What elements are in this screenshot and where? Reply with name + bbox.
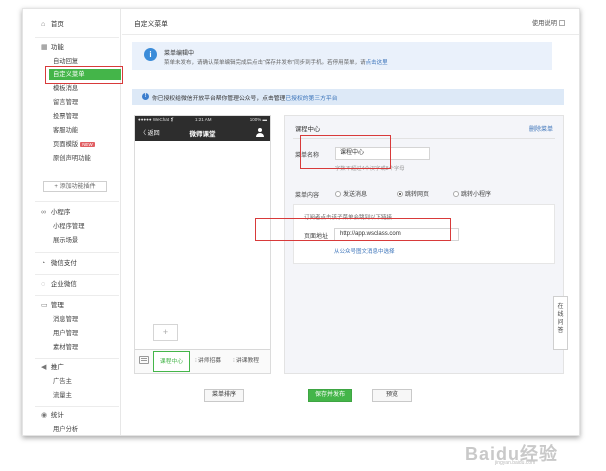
wifi-icon: ◌ (41, 281, 46, 288)
sidebar-item-comments[interactable]: 留言管理 (53, 97, 78, 108)
auth-text: 你已授权给微信开放平台帮你管理公众号，点击管理已授权的第三方平台 (152, 96, 338, 102)
preview-button[interactable]: 预览 (372, 389, 412, 402)
choose-from-articles-link[interactable]: 从公众号图文消息中选择 (334, 247, 395, 255)
info-icon: ! (142, 93, 149, 100)
home-icon: ⌂ (41, 21, 46, 28)
sidebar-group-miniprogram: ∞ 小程序 (41, 209, 71, 216)
sidebar-item-miniprogram-manage[interactable]: 小程序管理 (53, 221, 84, 232)
notice-title: 菜单编辑中 (164, 51, 195, 57)
divider (35, 201, 119, 202)
sidebar-group-manage: ▭ 管理 (41, 302, 64, 309)
highlight-box (300, 135, 391, 169)
add-submenu-button[interactable]: + (153, 324, 178, 341)
link-icon: ∞ (41, 209, 46, 216)
sidebar-item-user-analysis[interactable]: 用户分析 (53, 424, 78, 435)
sidebar-item-advertiser[interactable]: 广告主 (53, 376, 72, 387)
menu-item-lecturer-recruit[interactable]: ⁝讲师招募 (195, 351, 221, 372)
sidebar-group-promo: ◀ 推广 (41, 364, 64, 371)
phone-menu-bar: 课程中心 ⁝讲师招募 ⁝讲课教程 (135, 349, 270, 373)
click-here-link[interactable]: 点击这里 (366, 60, 388, 66)
sidebar-item-template-message[interactable]: 模板消息 (53, 83, 78, 94)
sidebar-item-wifi[interactable]: ◌ 企业微信 (41, 279, 77, 290)
sidebar-item-materials[interactable]: 素材管理 (53, 342, 78, 353)
phone-nav-bar: 〈 返回 微师课堂 (135, 124, 270, 141)
page-title: 自定义菜单 (134, 21, 168, 28)
info-icon: i (144, 48, 157, 61)
highlight-box (255, 218, 451, 241)
sidebar-item-customer-service[interactable]: 客服功能 (53, 125, 78, 136)
sidebar-group-function: ▦ 功能 (41, 44, 64, 51)
online-service-tab[interactable]: 在 线 问 答 (553, 296, 568, 350)
pay-icon: ◔ (41, 260, 46, 267)
auth-notice: ! 你已授权给微信开放平台帮你管理公众号，点击管理已授权的第三方平台 (132, 89, 564, 105)
divider (35, 358, 119, 359)
sidebar-item-home[interactable]: ⌂ 首页 (41, 19, 64, 30)
menu-item-course-center[interactable]: 课程中心 (153, 351, 190, 372)
user-icon[interactable] (256, 128, 264, 137)
edit-notice: i 菜单编辑中 菜单未发布，请确认菜单编辑完成后点击“保存并发布”同步到手机。若… (132, 42, 552, 70)
sidebar-group-stats: ◉ 统计 (41, 412, 64, 419)
app-window: ⌂ 首页 ▦ 功能 自动回复 自定义菜单 模板消息 留言管理 投票管理 客服功能… (22, 8, 580, 436)
divider (35, 252, 119, 253)
delete-menu-link[interactable]: 删除菜单 (529, 124, 553, 133)
keyboard-icon[interactable] (139, 356, 149, 364)
radio-selected-icon (397, 191, 403, 198)
sidebar-item-vote[interactable]: 投票管理 (53, 111, 78, 122)
sidebar-item-page-template[interactable]: 页面模版 NEW (53, 139, 95, 150)
stats-icon: ◉ (41, 412, 48, 419)
radio-icon (453, 191, 459, 198)
sidebar-item-scenes[interactable]: 展示场景 (53, 235, 78, 246)
highlight-box (45, 66, 123, 84)
help-icon (559, 20, 565, 27)
phone-status-bar: ●●●●● WeChat ❡ 1:21 AM 100% ▬ (135, 116, 270, 124)
divider (35, 274, 119, 275)
divider (35, 37, 119, 38)
add-plugin-button[interactable]: + 添加功能插件 (43, 181, 107, 192)
editor-title: 课程中心 (295, 126, 321, 133)
menu-sort-button[interactable]: 菜单排序 (204, 389, 244, 402)
phone-preview: ●●●●● WeChat ❡ 1:21 AM 100% ▬ 〈 返回 微师课堂 … (134, 115, 271, 374)
radio-icon (335, 191, 341, 198)
menu-item-tutorial[interactable]: ⁝讲课教程 (233, 351, 259, 372)
sidebar-item-messages[interactable]: 消息管理 (53, 314, 78, 325)
help-link[interactable]: 使用说明 (532, 18, 565, 27)
divider (35, 295, 119, 296)
sidebar-item-users[interactable]: 用户管理 (53, 328, 78, 339)
manage-icon: ▭ (41, 302, 48, 309)
megaphone-icon: ◀ (41, 364, 47, 371)
sidebar-item-publisher[interactable]: 流量主 (53, 390, 72, 401)
radio-jump-webpage[interactable]: 跳转网页 (397, 189, 429, 198)
new-badge: NEW (80, 141, 95, 147)
menu-content-label: 菜单内容 (295, 193, 320, 199)
third-party-link[interactable]: 已授权的第三方平台 (285, 96, 337, 102)
sidebar-item-wechat-pay[interactable]: ◔ 微信支付 (41, 258, 77, 269)
baidu-watermark: Baidu经验 jingyan.baidu.com (465, 444, 559, 466)
grid-icon: ▦ (41, 44, 48, 51)
divider (35, 406, 119, 407)
radio-jump-miniprogram[interactable]: 跳转小程序 (453, 189, 491, 198)
account-title: 微师课堂 (189, 131, 216, 138)
save-publish-button[interactable]: 保存并发布 (308, 389, 352, 402)
notice-text: 菜单未发布，请确认菜单编辑完成后点击“保存并发布”同步到手机。若停用菜单，请点击… (164, 60, 388, 66)
top-bar: 自定义菜单 使用说明 (122, 9, 579, 35)
radio-send-message[interactable]: 发送消息 (335, 189, 367, 198)
sidebar-item-original-statement[interactable]: 原创声明功能 (53, 153, 91, 164)
